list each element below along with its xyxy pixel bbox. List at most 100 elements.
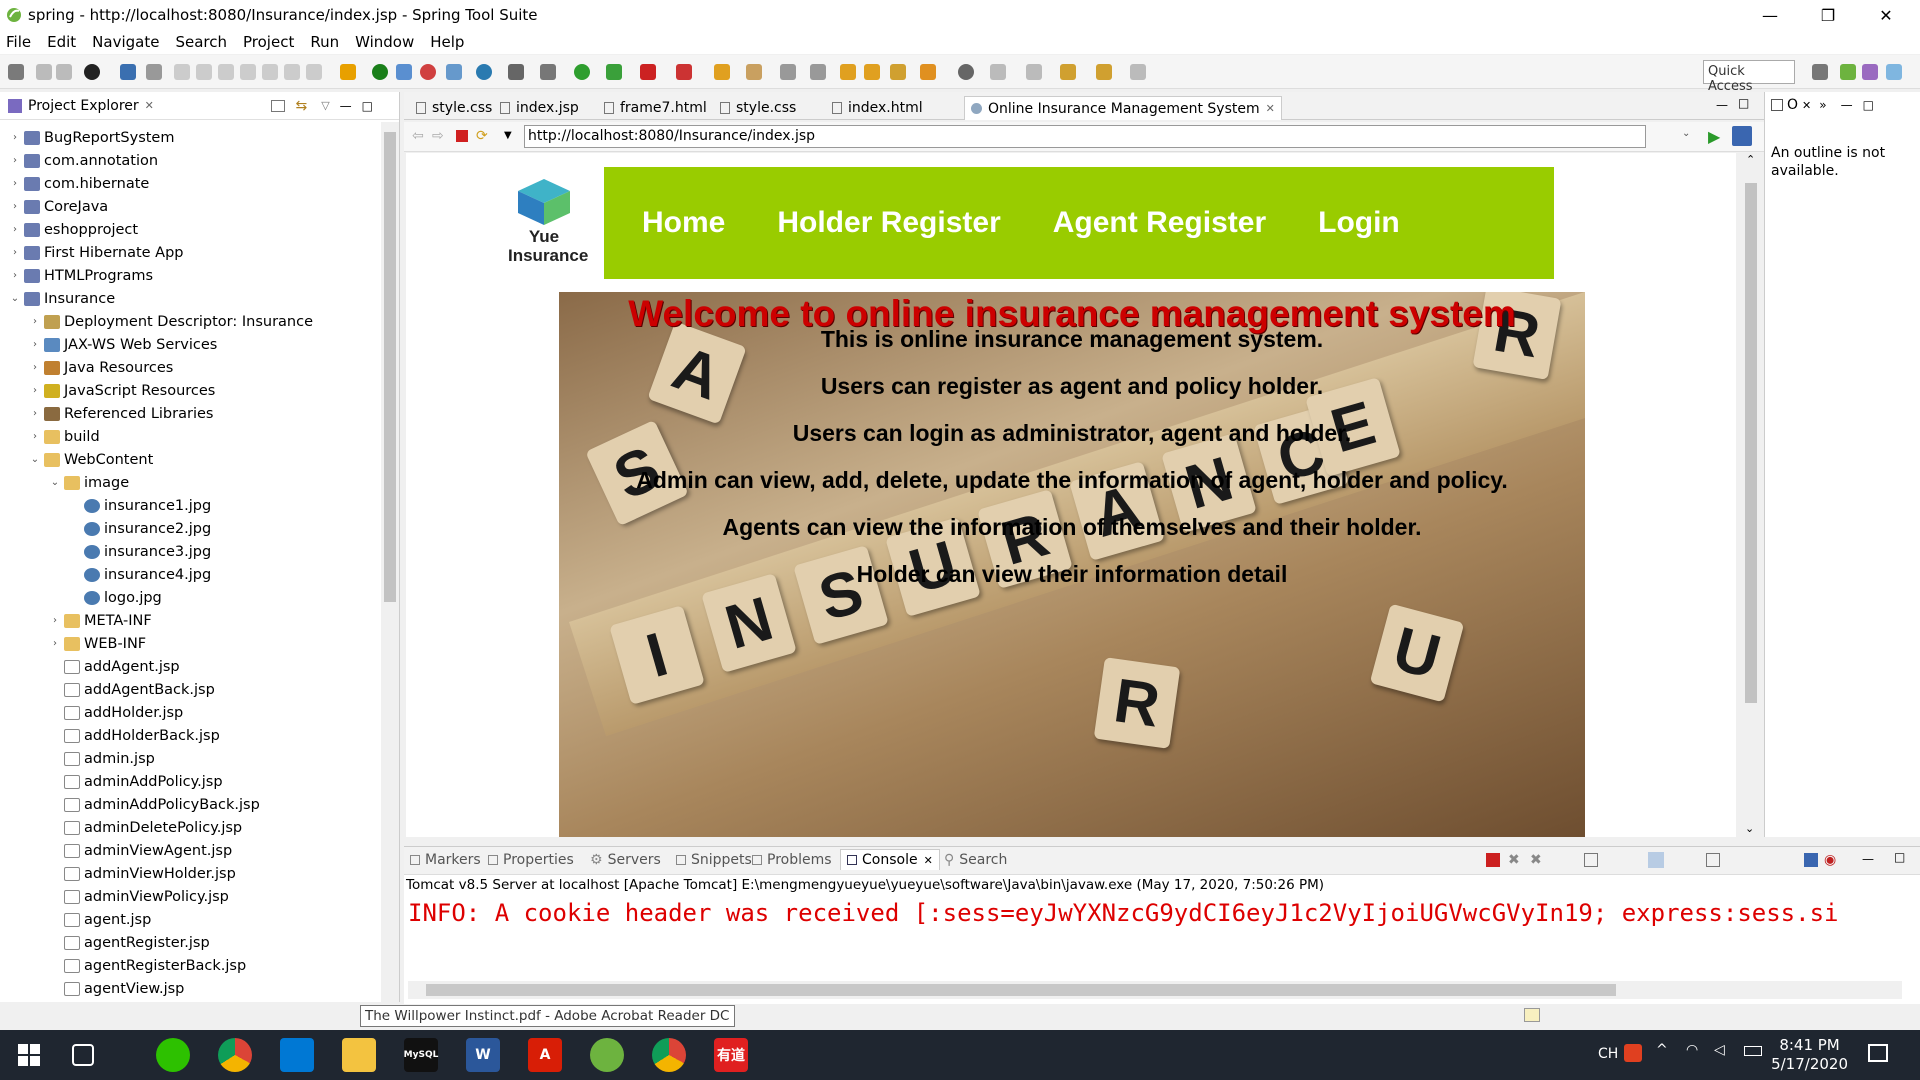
tree-item[interactable]: › WEB-INF (48, 632, 146, 655)
new-java-icon[interactable] (476, 64, 492, 80)
skip-breakpoints-icon[interactable] (146, 64, 162, 80)
tree-item[interactable]: › com.hibernate (8, 172, 149, 195)
chevron-right-icon[interactable]: › (28, 362, 42, 373)
profile-icon[interactable] (84, 64, 100, 80)
volume-icon[interactable]: ◁ (1714, 1042, 1725, 1058)
step-over-icon[interactable] (284, 64, 300, 80)
step-into-icon[interactable] (262, 64, 278, 80)
url-dropdown-icon[interactable]: ⌄ (1682, 128, 1690, 139)
tree-item[interactable]: › First Hibernate App (8, 241, 184, 264)
chevron-up-icon[interactable]: ^ (1656, 1042, 1668, 1058)
console-display-icon[interactable] (1804, 853, 1818, 867)
explorer-scrollbar[interactable] (381, 122, 399, 1002)
console-clear-icon[interactable] (1584, 853, 1598, 867)
ime-indicator[interactable]: CH (1598, 1046, 1618, 1062)
tab-snippets[interactable]: Snippets (676, 852, 752, 868)
last-edit-icon[interactable] (1026, 64, 1042, 80)
close-view-icon[interactable]: ✕ (145, 99, 154, 112)
chevron-right-icon[interactable]: › (8, 155, 22, 166)
console-output-line[interactable]: INFO: A cookie header was received [:ses… (408, 899, 1838, 927)
tab-style-css[interactable]: style.css (410, 96, 498, 120)
web-page-scrollbar[interactable]: ⌃ ⌄ (1742, 153, 1760, 837)
browser-stop-icon[interactable] (456, 130, 468, 142)
bookmark-icon[interactable] (920, 64, 936, 80)
console-scroll-lock-icon[interactable] (1648, 852, 1664, 868)
tab-properties[interactable]: Properties (488, 852, 574, 868)
outline-minimize-icon[interactable]: — (1841, 98, 1853, 112)
console-pin-icon[interactable] (1706, 853, 1720, 867)
chevron-right-icon[interactable]: › (8, 132, 22, 143)
globe-icon[interactable] (958, 64, 974, 80)
outline-maximize-icon[interactable]: □ (1863, 98, 1874, 112)
search-task-icon[interactable] (746, 64, 762, 80)
tree-item[interactable]: adminAddPolicyBack.jsp (48, 793, 260, 816)
tab-index-html[interactable]: index.html (826, 96, 929, 120)
step-return-icon[interactable] (306, 64, 322, 80)
annotation-next-icon[interactable] (780, 64, 796, 80)
chevron-right-icon[interactable]: › (48, 638, 62, 649)
close-outline-icon[interactable]: ✕ (1802, 99, 1811, 112)
tree-item[interactable]: › META-INF (48, 609, 152, 632)
tree-item[interactable]: ⌄ Insurance (8, 287, 115, 310)
open-perspective-icon[interactable] (1812, 64, 1828, 80)
chevron-down-icon[interactable]: ⌄ (28, 454, 42, 465)
scroll-up-icon[interactable]: ⌃ (1746, 153, 1755, 166)
forward-back-icon[interactable] (1096, 64, 1112, 80)
console-horizontal-scrollbar[interactable] (408, 981, 1902, 999)
spring-perspective-icon[interactable] (1840, 64, 1856, 80)
chevron-right-icon[interactable]: › (8, 247, 22, 258)
status-progress-icon[interactable] (1524, 1008, 1540, 1022)
console-minimize-icon[interactable]: — (1862, 852, 1874, 866)
word-icon[interactable]: W (466, 1038, 500, 1072)
debug-icon[interactable] (540, 64, 556, 80)
quick-access-field[interactable]: Quick Access (1703, 60, 1795, 94)
tree-item[interactable]: adminDeletePolicy.jsp (48, 816, 242, 839)
tab-servers[interactable]: ⚙ Servers (590, 852, 661, 868)
run-icon[interactable] (574, 64, 590, 80)
chrome-alt-icon[interactable] (652, 1038, 686, 1072)
tree-item[interactable]: › build (28, 425, 100, 448)
link-editor-icon[interactable]: ⇆ (295, 98, 307, 114)
file-explorer-icon[interactable] (342, 1038, 376, 1072)
chevron-right-icon[interactable]: › (8, 178, 22, 189)
tree-item[interactable]: adminViewPolicy.jsp (48, 885, 229, 908)
chevron-down-icon[interactable]: ⌄ (8, 293, 22, 304)
console-terminate-icon[interactable] (1486, 853, 1500, 867)
new-server-icon[interactable] (446, 64, 462, 80)
mysql-icon[interactable]: MySQL (404, 1038, 438, 1072)
menu-file[interactable]: File (6, 33, 31, 51)
menu-navigate[interactable]: Navigate (92, 33, 159, 51)
task-view-icon[interactable] (72, 1044, 94, 1066)
disconnect-icon[interactable] (240, 64, 256, 80)
tab-style-css-2[interactable]: style.css (714, 96, 802, 120)
tree-item[interactable]: ⌄ WebContent (28, 448, 153, 471)
yue-insurance-logo[interactable]: Yue Insurance (508, 173, 588, 283)
tree-item[interactable]: admin.jsp (48, 747, 155, 770)
back-icon[interactable] (1060, 64, 1076, 80)
menu-project[interactable]: Project (243, 33, 294, 51)
minimize-button[interactable]: — (1742, 0, 1798, 30)
notifications-icon[interactable] (1868, 1044, 1888, 1062)
open-type-icon[interactable] (340, 64, 356, 80)
new-icon[interactable] (8, 64, 24, 80)
maximize-view-icon[interactable]: □ (362, 99, 373, 113)
tree-item[interactable]: › BugReportSystem (8, 126, 174, 149)
folder-task-icon[interactable] (864, 64, 880, 80)
tree-item[interactable]: › com.annotation (8, 149, 158, 172)
close-console-icon[interactable]: ✕ (924, 854, 933, 867)
tree-item[interactable]: ⌄ image (48, 471, 129, 494)
chevron-right-icon[interactable]: › (28, 408, 42, 419)
scroll-down-icon[interactable]: ⌄ (1745, 822, 1754, 835)
run-external-icon[interactable] (606, 64, 622, 80)
chevron-right-icon[interactable]: › (28, 316, 42, 327)
system-clock[interactable]: 8:41 PM 5/17/2020 (1771, 1036, 1848, 1074)
tree-item[interactable]: adminViewHolder.jsp (48, 862, 236, 885)
battery-icon[interactable] (1744, 1046, 1762, 1056)
web-perspective-icon[interactable] (1886, 64, 1902, 80)
chevron-right-icon[interactable]: › (48, 615, 62, 626)
acrobat-icon[interactable]: A (528, 1038, 562, 1072)
editor-minimize-icon[interactable]: — (1716, 98, 1728, 112)
stop-icon[interactable] (640, 64, 656, 80)
outline-more-icon[interactable]: » (1819, 98, 1826, 112)
tree-item[interactable]: › eshopproject (8, 218, 138, 241)
